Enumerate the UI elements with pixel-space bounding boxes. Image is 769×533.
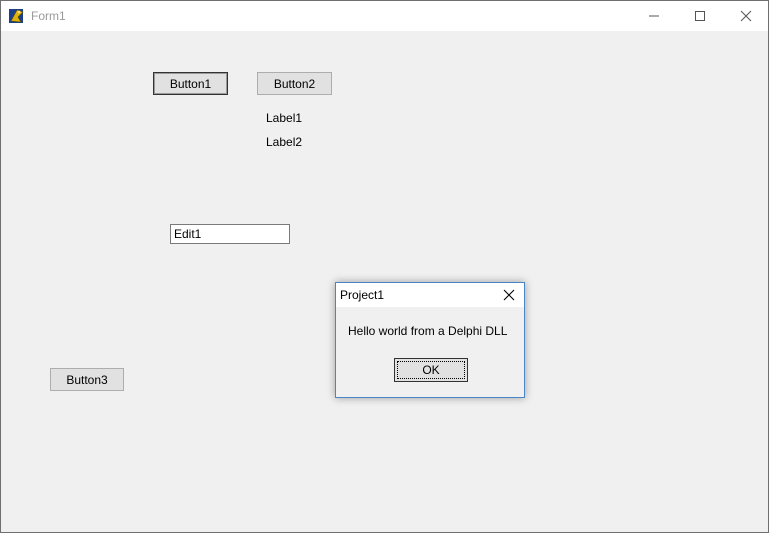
- minimize-icon: [649, 15, 659, 17]
- dialog-title: Project1: [340, 288, 385, 302]
- dialog-message: Hello world from a Delphi DLL: [348, 324, 508, 338]
- edit1-input[interactable]: Edit1: [170, 224, 290, 244]
- button2[interactable]: Button2: [257, 72, 332, 95]
- close-icon: [740, 10, 752, 22]
- minimize-button[interactable]: [631, 1, 677, 31]
- maximize-icon: [695, 11, 705, 21]
- message-dialog: Project1 Hello world from a Delphi DLL O…: [335, 282, 525, 398]
- close-icon[interactable]: [502, 288, 516, 302]
- close-button[interactable]: [723, 1, 769, 31]
- button3[interactable]: Button3: [50, 368, 124, 391]
- title-bar[interactable]: Form1: [1, 1, 768, 31]
- label2: Label2: [266, 135, 303, 149]
- focus-rectangle: [397, 361, 465, 379]
- window-title: Form1: [31, 9, 66, 23]
- dialog-title-bar[interactable]: Project1: [336, 283, 524, 307]
- maximize-button[interactable]: [677, 1, 723, 31]
- label1: Label1: [266, 111, 303, 125]
- ok-button[interactable]: OK: [394, 358, 468, 382]
- main-window: Form1 Button1 Button2 Label1 Label2 Edit…: [0, 0, 769, 533]
- delphi-app-icon: [9, 9, 24, 23]
- button1[interactable]: Button1: [153, 72, 228, 95]
